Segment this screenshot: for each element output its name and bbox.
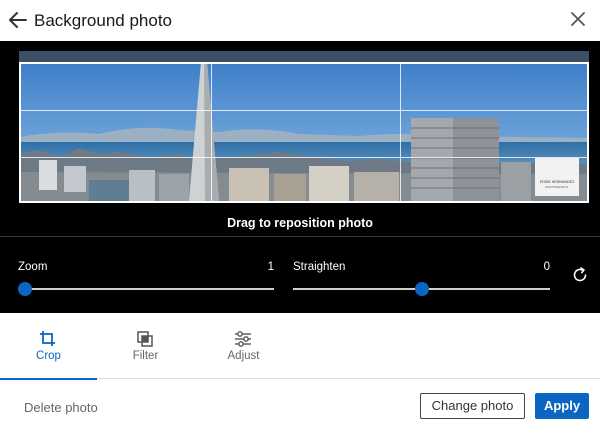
adjust-sliders-icon bbox=[235, 331, 251, 347]
close-icon bbox=[571, 12, 585, 26]
apply-button[interactable]: Apply bbox=[535, 393, 589, 419]
background-photo[interactable]: EDDIE HERNANDEZ PHOTOGRAPHY bbox=[19, 51, 589, 201]
zoom-label: Zoom bbox=[18, 261, 48, 273]
city-panorama-image: EDDIE HERNANDEZ PHOTOGRAPHY bbox=[19, 62, 589, 201]
filter-icon bbox=[137, 331, 153, 347]
dialog-title: Background photo bbox=[34, 11, 172, 30]
photo-editor: EDDIE HERNANDEZ PHOTOGRAPHY Drag to repo… bbox=[0, 41, 600, 313]
divider bbox=[0, 236, 600, 237]
tab-adjust[interactable]: Adjust bbox=[195, 313, 292, 379]
tab-filter[interactable]: Filter bbox=[97, 313, 194, 379]
zoom-slider[interactable] bbox=[18, 281, 274, 297]
tab-label: Adjust bbox=[227, 350, 260, 362]
watermark-subtitle: PHOTOGRAPHY bbox=[545, 185, 568, 189]
reset-button[interactable] bbox=[570, 265, 590, 285]
zoom-value: 1 bbox=[267, 261, 274, 273]
straighten-thumb[interactable] bbox=[414, 282, 429, 296]
zoom-track bbox=[18, 288, 274, 290]
straighten-slider[interactable] bbox=[293, 281, 550, 297]
rotate-reset-icon bbox=[573, 267, 587, 282]
arrow-left-icon bbox=[9, 12, 27, 28]
straighten-label: Straighten bbox=[293, 261, 346, 273]
back-button[interactable] bbox=[6, 8, 30, 32]
straighten-value: 0 bbox=[543, 261, 550, 273]
tab-crop[interactable]: Crop bbox=[0, 313, 97, 380]
photo-overflow-strip bbox=[19, 51, 589, 62]
tab-label: Crop bbox=[36, 350, 61, 362]
watermark-name: EDDIE HERNANDEZ bbox=[540, 180, 575, 184]
delete-photo-button[interactable]: Delete photo bbox=[24, 400, 98, 415]
crop-icon bbox=[40, 331, 55, 346]
tab-label: Filter bbox=[132, 350, 159, 362]
zoom-thumb[interactable] bbox=[18, 282, 32, 296]
drag-hint: Drag to reposition photo bbox=[227, 216, 373, 230]
close-button[interactable] bbox=[566, 7, 590, 31]
change-photo-button[interactable]: Change photo bbox=[420, 393, 525, 419]
editor-tabs: Crop Filter Adjust bbox=[0, 313, 600, 380]
dialog-header: Background photo bbox=[0, 0, 600, 41]
